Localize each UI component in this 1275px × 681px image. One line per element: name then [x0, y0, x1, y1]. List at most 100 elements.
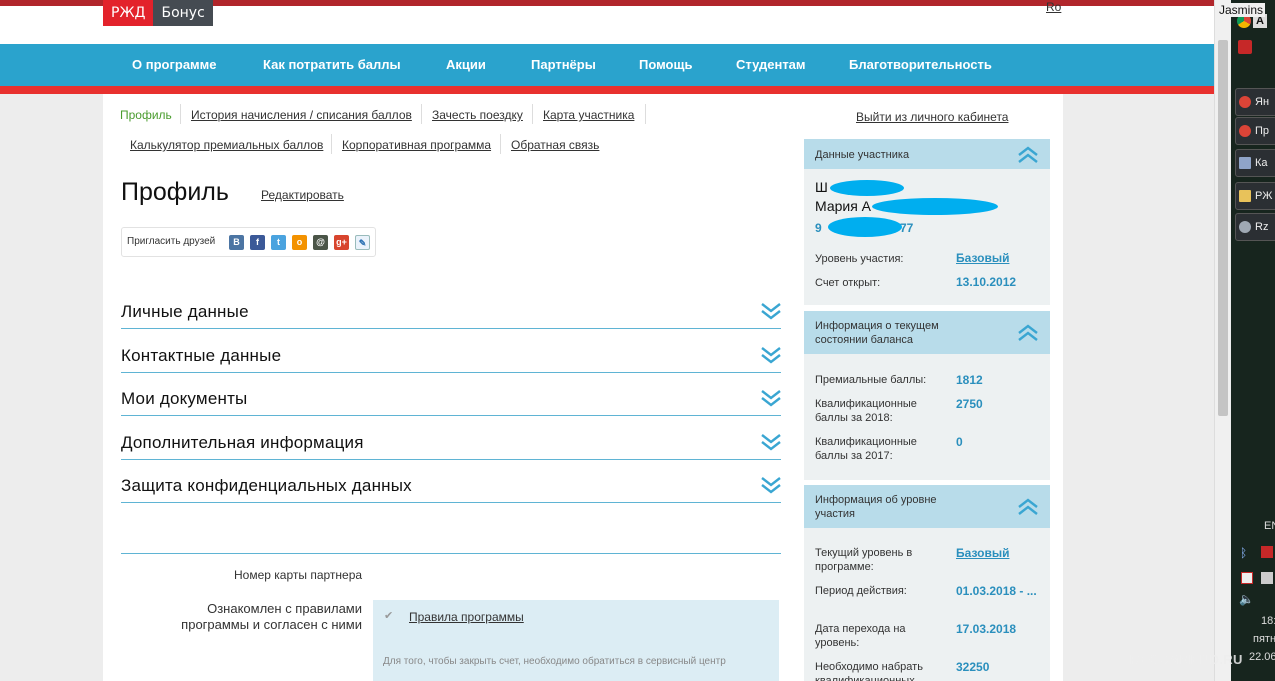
clock-date[interactable]: 22.06: [1249, 651, 1275, 663]
nav-red-stripe: [0, 86, 1214, 94]
current-level-label: Текущий уровень в программе:: [815, 547, 913, 573]
opened-value: 13.10.2012: [956, 275, 1017, 289]
section-contact-data[interactable]: Контактные данные: [121, 346, 281, 366]
section-documents[interactable]: Мои документы: [121, 389, 247, 409]
need-value: 32250: [956, 660, 990, 674]
invite-label: Пригласить друзей: [127, 236, 216, 247]
section-additional-info[interactable]: Дополнительная информация: [121, 433, 364, 453]
section-personal-data[interactable]: Личные данные: [121, 302, 249, 322]
rules-link[interactable]: Правила программы: [409, 610, 524, 624]
twitter-icon[interactable]: t: [271, 235, 286, 250]
nav-item-spend[interactable]: Как потратить баллы: [263, 44, 401, 86]
premium-label: Премиальные баллы:: [815, 374, 927, 386]
tray-icon[interactable]: [1261, 572, 1273, 584]
participant-box-title: Данные участника: [815, 149, 910, 161]
subnav-profile[interactable]: Профиль: [120, 108, 172, 122]
section-divider: [121, 372, 781, 373]
clock-day[interactable]: пятн: [1253, 633, 1275, 645]
agreement-label: Ознакомлен с правилами программы и согла…: [181, 601, 362, 632]
language-link[interactable]: Ro: [1046, 0, 1061, 14]
subnav-card[interactable]: Карта участника: [543, 108, 634, 122]
language-indicator[interactable]: EN: [1264, 520, 1275, 532]
facebook-icon[interactable]: f: [250, 235, 265, 250]
taskbar-item-2[interactable]: Пр: [1235, 117, 1275, 145]
logout-link[interactable]: Выйти из личного кабинета: [856, 110, 1008, 124]
subnav-divider: [331, 134, 332, 154]
taskbar-item-1[interactable]: Ян: [1235, 88, 1275, 116]
bluetooth-icon[interactable]: ᛒ: [1240, 546, 1247, 560]
tray-icon[interactable]: [1261, 546, 1273, 558]
participant-phone-end: 77: [900, 221, 914, 235]
nav-item-students[interactable]: Студентам: [736, 44, 806, 86]
nav-item-charity[interactable]: Благотворительность: [849, 44, 992, 86]
subnav-feedback[interactable]: Обратная связь: [511, 138, 599, 152]
taskbar-item-label: РЖ: [1255, 190, 1273, 202]
user-name-label: Jasmins: [1217, 3, 1266, 17]
agreement-checkbox[interactable]: ✔: [384, 611, 395, 622]
chevron-up-icon[interactable]: [1016, 324, 1040, 342]
period-label: Период действия:: [815, 585, 907, 597]
level-value-link[interactable]: Базовый: [956, 251, 1009, 265]
subnav-divider: [500, 134, 501, 154]
chevron-down-icon[interactable]: [760, 302, 782, 320]
chevron-down-icon[interactable]: [760, 476, 782, 494]
nav-item-partners[interactable]: Партнёры: [531, 44, 596, 86]
section-divider: [121, 502, 781, 503]
redaction-blob: [872, 198, 998, 215]
edit-link[interactable]: Редактировать: [261, 188, 344, 202]
mailru-icon[interactable]: @: [313, 235, 328, 250]
need-label: Необходимо набрать квалификационных: [815, 661, 923, 681]
subnav-trip[interactable]: Зачесть поездку: [432, 108, 523, 122]
pdf-icon[interactable]: [1238, 40, 1252, 54]
balance-box: Информация о текущем состоянии баланса П…: [804, 311, 1050, 480]
participant-surname: Ш: [815, 179, 828, 195]
odnoklassniki-icon[interactable]: o: [292, 235, 307, 250]
taskbar-item-3[interactable]: Ка: [1235, 149, 1275, 177]
qual2018-label: Квалификационные баллы за 2018:: [815, 398, 917, 424]
site-logo[interactable]: РЖД Бонус: [103, 0, 213, 26]
balance-box-header[interactable]: Информация о текущем состоянии баланса: [804, 311, 1050, 354]
volume-icon[interactable]: 🔈: [1239, 592, 1254, 606]
taskbar-item-4[interactable]: РЖ: [1235, 182, 1275, 210]
nav-item-promos[interactable]: Акции: [446, 44, 486, 86]
vertical-scrollbar[interactable]: [1214, 0, 1230, 681]
taskbar-item-5[interactable]: Rz: [1235, 213, 1275, 241]
level-box-header[interactable]: Информация об уровне участия: [804, 485, 1050, 528]
chevron-up-icon[interactable]: [1016, 146, 1040, 164]
vk-icon[interactable]: B: [229, 235, 244, 250]
windows-taskbar: A Ян Пр Ка РЖ Rz EN ᛒ 🔈 18: пятн 22.06: [1231, 0, 1275, 681]
livejournal-icon[interactable]: ✎: [355, 235, 370, 250]
google-plus-icon[interactable]: g+: [334, 235, 349, 250]
page-title: Профиль: [121, 178, 229, 206]
logo-rzd: РЖД: [103, 0, 154, 26]
subnav-history[interactable]: История начисления / списания баллов: [191, 108, 412, 122]
taskbar-item-label: Ка: [1255, 157, 1268, 169]
section-divider: [121, 328, 781, 329]
watermark: RECOMMEND.RU: [1130, 652, 1243, 667]
level-box: Информация об уровне участия Текущий уро…: [804, 485, 1050, 681]
period-value: 01.03.2018 - ...: [956, 584, 1037, 598]
taskbar-item-label: Rz: [1255, 221, 1269, 233]
chevron-down-icon[interactable]: [760, 346, 782, 364]
taskbar-item-label: Пр: [1255, 125, 1270, 137]
nav-item-help[interactable]: Помощь: [639, 44, 692, 86]
taskbar-item-label: Ян: [1255, 96, 1270, 108]
nav-item-about[interactable]: О программе: [132, 44, 217, 86]
participant-box-header[interactable]: Данные участника: [804, 139, 1050, 169]
section-divider: [121, 459, 781, 460]
chevron-up-icon[interactable]: [1016, 498, 1040, 516]
chevron-down-icon[interactable]: [760, 389, 782, 407]
logo-bonus: Бонус: [153, 0, 213, 26]
balance-box-title: Информация о текущем состоянии баланса: [815, 320, 939, 346]
network-icon[interactable]: [1241, 572, 1253, 584]
current-level-link[interactable]: Базовый: [956, 546, 1009, 560]
invite-friends-box: Пригласить друзей B f t o @ g+ ✎: [121, 227, 376, 257]
transition-label: Дата перехода на уровень:: [815, 623, 906, 649]
clock-time[interactable]: 18:: [1261, 615, 1275, 627]
section-privacy[interactable]: Защита конфиденциальных данных: [121, 476, 412, 496]
chevron-down-icon[interactable]: [760, 433, 782, 451]
participant-name: Мария А: [815, 198, 872, 214]
subnav-corporate[interactable]: Корпоративная программа: [342, 138, 491, 152]
scrollbar-thumb[interactable]: [1218, 40, 1228, 416]
subnav-calculator[interactable]: Калькулятор премиальных баллов: [130, 138, 323, 152]
